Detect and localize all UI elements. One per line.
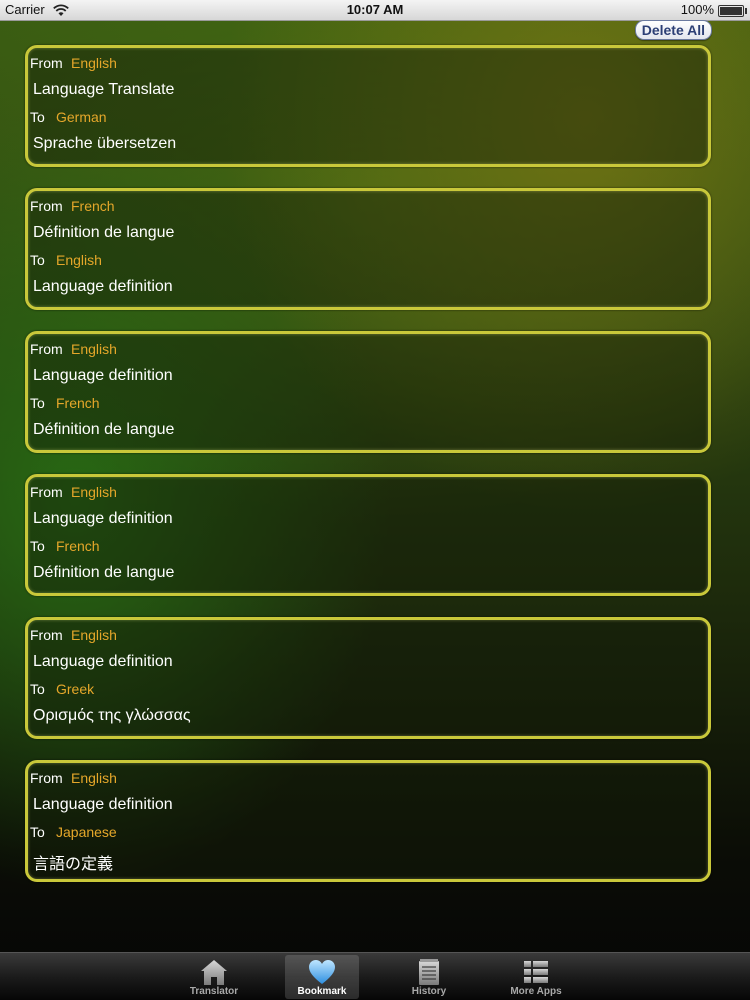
bookmark-card[interactable]: From English Language definition To Fren… xyxy=(25,474,711,596)
source-language: English xyxy=(71,484,117,500)
notepad-icon xyxy=(419,959,439,985)
to-label: To xyxy=(30,824,45,840)
target-language: French xyxy=(56,538,100,554)
source-text: Language definition xyxy=(33,510,173,527)
bookmark-screen: Carrier 10:07 AM 100% Delete All From En… xyxy=(0,0,750,1000)
source-text: Language definition xyxy=(33,367,173,384)
tab-more-apps[interactable]: More Apps xyxy=(499,955,573,999)
house-icon xyxy=(201,960,227,985)
translated-text: Définition de langue xyxy=(33,564,175,581)
from-label: From xyxy=(30,341,63,357)
source-text: Définition de langue xyxy=(33,224,175,241)
tab-label: More Apps xyxy=(510,986,562,997)
source-language: English xyxy=(71,55,117,71)
from-label: From xyxy=(30,770,63,786)
tab-history[interactable]: History xyxy=(392,955,466,999)
translated-text: Sprache übersetzen xyxy=(33,135,177,152)
source-language: English xyxy=(71,627,117,643)
to-label: To xyxy=(30,252,45,268)
to-label: To xyxy=(30,395,45,411)
bookmark-card[interactable]: From English Language definition To Japa… xyxy=(25,760,711,882)
source-text: Language Translate xyxy=(33,81,175,98)
source-text: Language definition xyxy=(33,653,173,670)
translated-text: Définition de langue xyxy=(33,421,175,438)
from-label: From xyxy=(30,627,63,643)
tab-label: History xyxy=(411,986,447,997)
target-language: Japanese xyxy=(56,824,117,840)
tab-translator[interactable]: Translator xyxy=(177,955,251,999)
translated-text: 言語の定義 xyxy=(33,856,114,873)
bookmark-card[interactable]: From English Language definition To Fren… xyxy=(25,331,711,453)
battery-percent: 100% xyxy=(680,2,714,17)
delete-all-button[interactable]: Delete All xyxy=(634,20,712,40)
target-language: French xyxy=(56,395,100,411)
source-language: English xyxy=(71,341,117,357)
bookmark-card[interactable]: From French Définition de langue To Engl… xyxy=(25,188,711,310)
heart-icon xyxy=(309,960,335,984)
tab-label: Translator xyxy=(189,986,239,997)
to-label: To xyxy=(30,681,45,697)
translated-text: Language definition xyxy=(33,278,173,295)
target-language: English xyxy=(56,252,102,268)
target-language: German xyxy=(56,109,107,125)
bookmark-list: From English Language Translate To Germa… xyxy=(25,45,711,903)
to-label: To xyxy=(30,109,45,125)
target-language: Greek xyxy=(56,681,95,697)
source-language: English xyxy=(71,770,117,786)
source-text: Language definition xyxy=(33,796,173,813)
tab-label: Bookmark xyxy=(297,986,347,997)
translated-text: Ορισμός της γλώσσας xyxy=(33,707,191,724)
to-label: To xyxy=(30,538,45,554)
list-icon xyxy=(524,961,548,983)
from-label: From xyxy=(30,55,63,71)
status-bar: Carrier 10:07 AM 100% xyxy=(0,0,750,21)
from-label: From xyxy=(30,484,63,500)
status-time: 10:07 AM xyxy=(346,2,404,17)
battery-icon xyxy=(718,5,747,17)
bookmark-card[interactable]: From English Language Translate To Germa… xyxy=(25,45,711,167)
tab-bookmark[interactable]: Bookmark xyxy=(285,955,359,999)
source-language: French xyxy=(71,198,115,214)
tab-bar: Translator Bookmark History More Apps xyxy=(0,952,750,1000)
bookmark-card[interactable]: From English Language definition To Gree… xyxy=(25,617,711,739)
from-label: From xyxy=(30,198,63,214)
